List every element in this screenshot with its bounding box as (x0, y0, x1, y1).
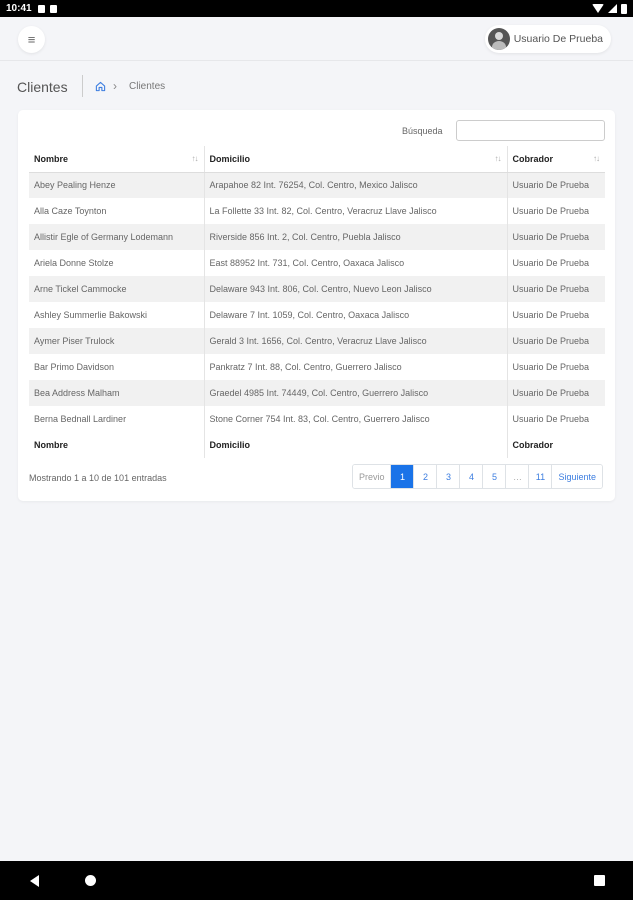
cell-domicilio: Delaware 943 Int. 806, Col. Centro, Nuev… (204, 276, 508, 302)
cell-domicilio: Gerald 3 Int. 1656, Col. Centro, Veracru… (204, 328, 508, 354)
next-page-button[interactable]: Siguiente (551, 465, 602, 488)
page-button-2[interactable]: 2 (413, 465, 437, 488)
page-button-1[interactable]: 1 (390, 465, 414, 488)
cell-cobrador: Usuario De Prueba (507, 172, 605, 198)
page-title: Clientes (17, 79, 68, 95)
page-button-11[interactable]: 11 (528, 465, 552, 488)
page-button-5[interactable]: 5 (482, 465, 506, 488)
table-row[interactable]: Abey Pealing Henze Arapahoe 82 Int. 7625… (29, 172, 605, 198)
table-row[interactable]: Bea Address Malham Graedel 4985 Int. 744… (29, 380, 605, 406)
cell-nombre: Bea Address Malham (29, 380, 205, 406)
cell-cobrador: Usuario De Prueba (507, 380, 605, 406)
title-divider (82, 75, 83, 97)
cell-nombre: Allistir Egle of Germany Lodemann (29, 224, 205, 250)
table-row[interactable]: Arne Tickel Cammocke Delaware 943 Int. 8… (29, 276, 605, 302)
cell-nombre: Alla Caze Toynton (29, 198, 205, 224)
hamburger-icon: ≡ (27, 32, 36, 47)
cell-cobrador: Usuario De Prueba (507, 224, 605, 250)
home-circle-icon[interactable] (85, 875, 96, 886)
search-input[interactable] (456, 120, 605, 141)
back-icon[interactable] (30, 875, 39, 887)
chevron-right-icon: › (113, 79, 117, 93)
table-row[interactable]: Berna Bednall Lardiner Stone Corner 754 … (29, 406, 605, 432)
status-time: 10:41 (6, 3, 32, 14)
table-footer-row: Nombre Domicilio Cobrador (29, 432, 605, 458)
cell-cobrador: Usuario De Prueba (512, 414, 590, 424)
sort-icon: ↑↓ (593, 154, 600, 163)
cell-cobrador: Usuario De Prueba (512, 310, 590, 320)
avatar (487, 28, 510, 50)
cell-nombre: Arne Tickel Cammocke (29, 276, 205, 302)
home-icon[interactable] (95, 81, 106, 92)
user-menu[interactable]: Usuario De Prueba (484, 25, 611, 53)
cell-nombre: Abey Pealing Henze (29, 172, 205, 198)
wifi-icon (592, 4, 604, 13)
cell-nombre: Ariela Donne Stolze (29, 250, 205, 276)
sort-icon: ↑↓ (191, 154, 199, 163)
battery-icon (621, 3, 627, 14)
table-header-row: Nombre ↑↓ Domicilio ↑↓ Cobrador ↑↓ (29, 146, 605, 173)
cell-cobrador: Usuario De Prueba (512, 362, 590, 372)
table-row[interactable]: Alla Caze Toynton La Follette 33 Int. 82… (29, 198, 605, 224)
column-header-nombre[interactable]: Nombre ↑↓ (29, 146, 205, 173)
table-row[interactable]: Ashley Summerlie Bakowski Delaware 7 Int… (29, 302, 605, 328)
page-ellipsis: … (505, 465, 529, 488)
cell-nombre: Berna Bednall Lardiner (29, 406, 205, 432)
page-button-3[interactable]: 3 (436, 465, 460, 488)
cell-nombre: Aymer Piser Trulock (29, 328, 205, 354)
cell-cobrador: Usuario De Prueba (512, 258, 590, 268)
cell-cobrador: Usuario De Prueba (507, 328, 605, 354)
cell-domicilio: Pankratz 7 Int. 88, Col. Centro, Guerrer… (204, 354, 508, 380)
cell-domicilio: Riverside 856 Int. 2, Col. Centro, Puebl… (204, 224, 508, 250)
cell-domicilio: La Follette 33 Int. 82, Col. Centro, Ver… (204, 198, 508, 224)
cell-domicilio: East 88952 Int. 731, Col. Centro, Oaxaca… (204, 250, 508, 276)
sim-card-icon (49, 4, 57, 13)
cell-domicilio: Delaware 7 Int. 1059, Col. Centro, Oaxac… (204, 302, 508, 328)
sort-icon: ↑↓ (494, 154, 502, 163)
cell-domicilio: Graedel 4985 Int. 74449, Col. Centro, Gu… (204, 380, 508, 406)
cell-nombre: Ashley Summerlie Bakowski (29, 302, 205, 328)
breadcrumb-current: Clientes (129, 81, 166, 92)
clients-card: Búsqueda Nombre ↑↓ Domicilio ↑↓ Cobrador ↑↓… (18, 110, 615, 501)
table-row[interactable]: Aymer Piser Trulock Gerald 3 Int. 1656, … (29, 328, 605, 354)
top-bar: ≡ Usuario De Prueba (0, 17, 633, 61)
previous-page-button[interactable]: Previo (352, 465, 391, 488)
page-button-4[interactable]: 4 (459, 465, 483, 488)
entries-info: Mostrando 1 a 10 de 101 entradas (29, 473, 167, 483)
cell-domicilio: Arapahoe 82 Int. 76254, Col. Centro, Mex… (204, 172, 508, 198)
pagination: Previo 1 2 3 4 5 … 11 Siguiente (351, 464, 603, 489)
cell-nombre: Bar Primo Davidson (29, 354, 205, 380)
menu-button[interactable]: ≡ (18, 26, 45, 53)
recent-apps-icon[interactable] (594, 875, 605, 886)
column-footer-cobrador: Cobrador (512, 440, 554, 450)
table-row[interactable]: Allistir Egle of Germany Lodemann Rivers… (29, 224, 605, 250)
status-bar: 10:41 (0, 0, 633, 17)
search-label: Búsqueda (402, 126, 443, 136)
table-row[interactable]: Ariela Donne Stolze East 88952 Int. 731,… (29, 250, 605, 276)
user-name: Usuario De Prueba (513, 33, 603, 45)
navigation-bar (0, 861, 633, 900)
cell-domicilio: Stone Corner 754 Int. 83, Col. Centro, G… (204, 406, 508, 432)
clients-table: Nombre ↑↓ Domicilio ↑↓ Cobrador ↑↓ Abey Pea… (29, 146, 605, 458)
column-header-cobrador[interactable]: Cobrador ↑↓ (507, 146, 605, 173)
cell-signal-icon (608, 4, 617, 13)
column-footer-nombre: Nombre (29, 432, 205, 458)
cell-cobrador: Usuario De Prueba (512, 206, 590, 216)
column-footer-domicilio: Domicilio (204, 432, 508, 458)
gear-icon (37, 4, 45, 13)
column-header-domicilio[interactable]: Domicilio ↑↓ (204, 146, 508, 173)
cell-cobrador: Usuario De Prueba (507, 276, 605, 302)
table-row[interactable]: Bar Primo Davidson Pankratz 7 Int. 88, C… (29, 354, 605, 380)
